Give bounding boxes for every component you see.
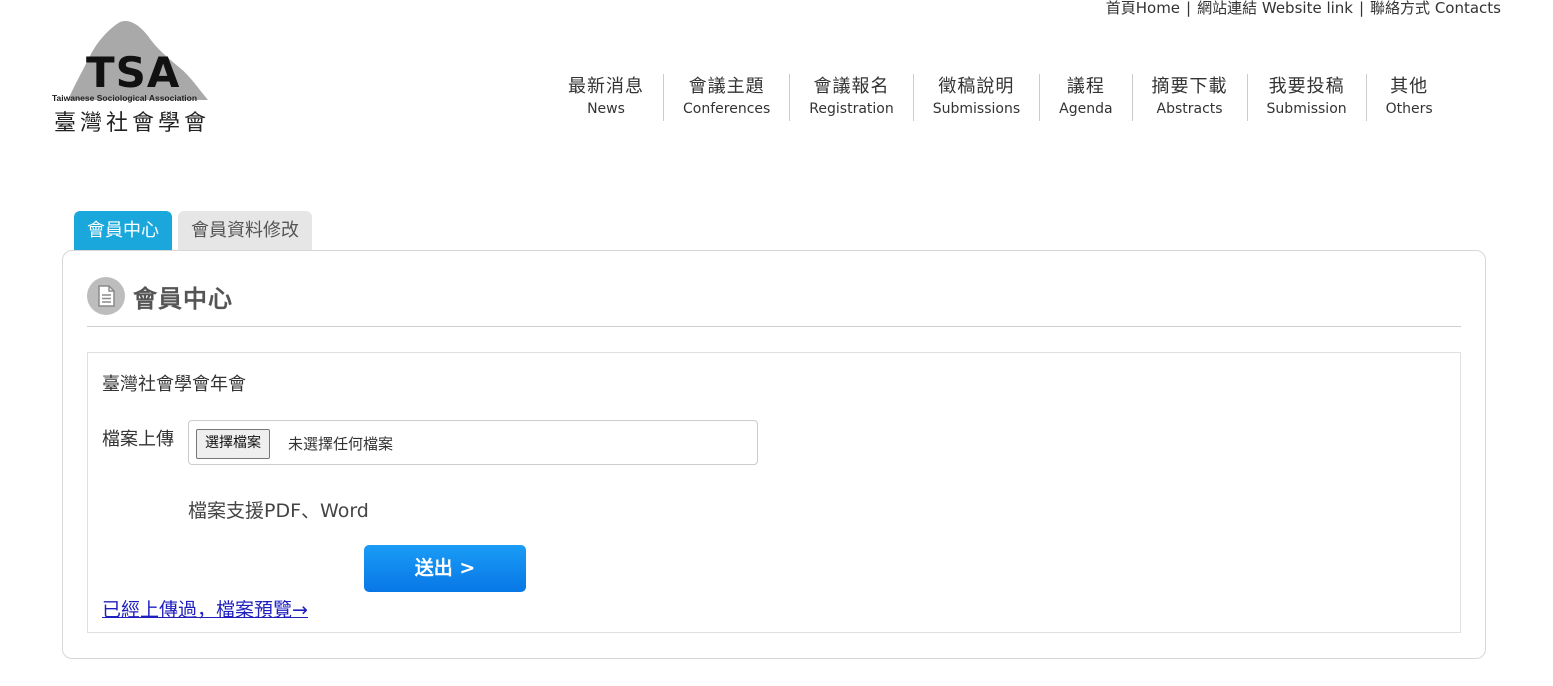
document-icon (87, 277, 125, 315)
tsa-logo[interactable]: TSA Taiwanese Sociological Association 臺… (48, 18, 228, 136)
home-link[interactable]: 首頁Home (1106, 0, 1180, 17)
nav-label-zh: 摘要下載 (1151, 76, 1228, 97)
nav-item-conferences[interactable]: 會議主題 Conferences (663, 74, 789, 121)
file-preview-link[interactable]: 已經上傳過，檔案預覽→ (102, 595, 308, 622)
nav-item-abstracts[interactable]: 摘要下載 Abstracts (1131, 74, 1247, 121)
nav-label-zh: 我要投稿 (1268, 76, 1345, 97)
member-tabs: 會員中心 會員資料修改 (74, 211, 318, 250)
page-title: 會員中心 (133, 285, 233, 313)
form-subtitle: 臺灣社會學會年會 (102, 374, 246, 395)
top-links: 首頁Home | 網站連結 Website link | 聯絡方式 Contacts (1106, 0, 1501, 18)
nav-label-zh: 最新消息 (568, 76, 644, 97)
website-link[interactable]: 網站連結 Website link (1197, 0, 1353, 17)
contacts-link[interactable]: 聯絡方式 Contacts (1370, 0, 1501, 17)
nav-label-en: Agenda (1059, 101, 1113, 117)
member-panel: 會員中心 臺灣社會學會年會 檔案上傳 選擇檔案 未選擇任何檔案 檔案支援PDF、… (62, 250, 1486, 659)
file-input[interactable]: 選擇檔案 未選擇任何檔案 (188, 420, 758, 465)
logo-english-name: Taiwanese Sociological Association (52, 93, 198, 103)
upload-label: 檔案上傳 (102, 429, 174, 450)
nav-item-others[interactable]: 其他 Others (1365, 74, 1452, 121)
separator: | (1358, 0, 1365, 17)
nav-label-en: Submission (1266, 101, 1347, 117)
nav-label-en: Registration (809, 101, 894, 117)
nav-item-submissions[interactable]: 徵稿說明 Submissions (912, 74, 1039, 121)
panel-header: 會員中心 (87, 275, 1461, 327)
nav-label-zh: 會議報名 (813, 76, 890, 97)
submit-button[interactable]: 送出 > (364, 545, 526, 592)
logo-chinese-name: 臺灣社會學會 (54, 111, 211, 136)
nav-item-registration[interactable]: 會議報名 Registration (789, 74, 912, 121)
nav-item-news[interactable]: 最新消息 News (549, 74, 663, 121)
nav-label-zh: 議程 (1066, 76, 1105, 97)
separator: | (1186, 0, 1192, 17)
nav-label-en: Others (1385, 101, 1433, 117)
choose-file-button[interactable]: 選擇檔案 (196, 429, 270, 459)
nav-label-zh: 徵稿說明 (938, 76, 1015, 97)
nav-label-zh: 會議主題 (688, 76, 765, 97)
nav-label-en: Conferences (683, 101, 771, 117)
tab-member-center[interactable]: 會員中心 (74, 211, 172, 250)
main-nav: 最新消息 News 會議主題 Conferences 會議報名 Registra… (549, 74, 1452, 121)
nav-item-agenda[interactable]: 議程 Agenda (1039, 74, 1131, 121)
tab-edit-profile[interactable]: 會員資料修改 (178, 211, 312, 250)
upload-form: 臺灣社會學會年會 檔案上傳 選擇檔案 未選擇任何檔案 檔案支援PDF、Word … (87, 352, 1461, 633)
file-support-note: 檔案支援PDF、Word (188, 500, 369, 522)
nav-item-submission[interactable]: 我要投稿 Submission (1246, 74, 1366, 121)
file-status-text: 未選擇任何檔案 (288, 435, 394, 453)
nav-label-en: Submissions (932, 101, 1021, 117)
nav-label-en: News (587, 101, 625, 117)
logo-abbr: TSA (86, 48, 181, 97)
nav-label-en: Abstracts (1156, 101, 1223, 117)
nav-label-zh: 其他 (1390, 76, 1429, 97)
